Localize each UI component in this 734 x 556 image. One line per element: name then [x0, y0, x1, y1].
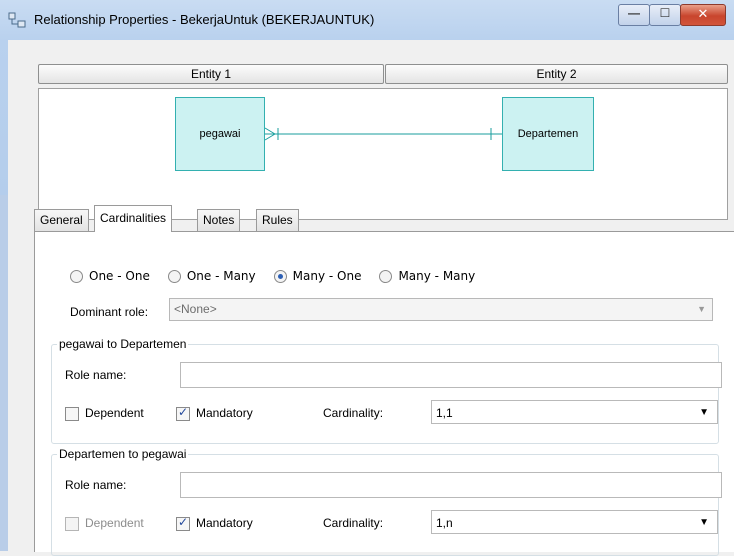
mandatory-checkbox[interactable]: [176, 405, 190, 421]
role-name-input[interactable]: [180, 472, 722, 498]
minimize-button[interactable]: —: [618, 4, 650, 26]
tab-notes[interactable]: Notes: [197, 209, 241, 231]
mandatory-label: Mandatory: [196, 516, 253, 530]
dependent-label: Dependent: [85, 406, 144, 420]
chevron-down-icon: ▼: [699, 517, 709, 528]
radio-many-one[interactable]: Many - One: [273, 269, 362, 283]
entity-pegawai[interactable]: pegawai: [175, 97, 265, 171]
window-controls: — ☐ ✕: [618, 4, 726, 26]
radio-button-selected[interactable]: [273, 269, 287, 283]
window-left-edge: [0, 195, 8, 551]
entity-departemen[interactable]: Departemen: [502, 97, 594, 171]
dominant-role-select[interactable]: <None> ▼: [169, 298, 713, 321]
tab-general[interactable]: General: [34, 209, 89, 231]
cardinality-label: Cardinality:: [323, 516, 384, 530]
close-icon: ✕: [697, 6, 709, 21]
role-name-input[interactable]: [180, 362, 722, 388]
radio-button[interactable]: [167, 269, 181, 283]
entity-1-header[interactable]: Entity 1: [38, 64, 384, 84]
tab-cardinalities[interactable]: Cardinalities: [94, 205, 173, 232]
dependent-checkbox[interactable]: [65, 517, 79, 531]
group-departemen-to-pegawai: Departemen to pegawai Role name: Depende…: [51, 447, 722, 556]
radio-button[interactable]: [70, 269, 83, 283]
window-frame: Relationship Properties - BekerjaUntuk (…: [0, 0, 734, 556]
minimize-icon: —: [628, 6, 640, 20]
group-title: Departemen to pegawai: [57, 447, 189, 461]
radio-one-many[interactable]: One - Many: [167, 269, 256, 283]
dominant-role-label: Dominant role:: [70, 305, 149, 319]
cardinality-value: 1,1: [436, 406, 453, 420]
cardinality-radio-group: One - One One - Many Many - One Many - M…: [70, 269, 493, 283]
app-icon: [8, 12, 26, 28]
role-name-label: Role name:: [65, 478, 127, 492]
maximize-button[interactable]: ☐: [649, 4, 681, 26]
group-title: pegawai to Departemen: [57, 337, 189, 351]
role-name-label: Role name:: [65, 368, 127, 382]
cardinality-label: Cardinality:: [323, 406, 384, 420]
tab-rules[interactable]: Rules: [256, 209, 299, 231]
radio-one-one[interactable]: One - One: [70, 269, 150, 283]
title-bar[interactable]: Relationship Properties - BekerjaUntuk (…: [0, 0, 734, 40]
cardinalities-panel: One - One One - Many Many - One Many - M…: [34, 231, 734, 556]
cardinality-value: 1,n: [436, 516, 453, 530]
mandatory-checkbox[interactable]: [176, 515, 190, 531]
entity-2-header[interactable]: Entity 2: [385, 64, 728, 84]
group-pegawai-to-departemen: pegawai to Departemen Role name: Depende…: [51, 337, 722, 444]
cardinality-select[interactable]: 1,n ▼: [431, 510, 718, 534]
radio-label: One - Many: [186, 269, 256, 283]
dialog-client-area: Entity 1 Entity 2 pegawai Departemen Gen…: [8, 40, 734, 556]
radio-button[interactable]: [379, 269, 393, 283]
relationship-diagram: pegawai Departemen: [38, 88, 728, 220]
radio-label: Many - Many: [398, 269, 476, 283]
mandatory-label: Mandatory: [196, 406, 253, 420]
relationship-line: [264, 127, 502, 141]
chevron-down-icon: ▼: [697, 304, 706, 314]
maximize-icon: ☐: [659, 6, 671, 20]
window-title: Relationship Properties - BekerjaUntuk (…: [34, 12, 375, 27]
dependent-checkbox[interactable]: [65, 407, 79, 421]
dependent-label: Dependent: [85, 516, 144, 530]
radio-label: Many - One: [292, 269, 362, 283]
dominant-role-value: <None>: [174, 302, 217, 316]
cardinality-select[interactable]: 1,1 ▼: [431, 400, 718, 424]
radio-label: One - One: [89, 269, 150, 283]
close-button[interactable]: ✕: [680, 4, 726, 26]
chevron-down-icon: ▼: [699, 407, 709, 418]
radio-many-many[interactable]: Many - Many: [379, 269, 475, 283]
